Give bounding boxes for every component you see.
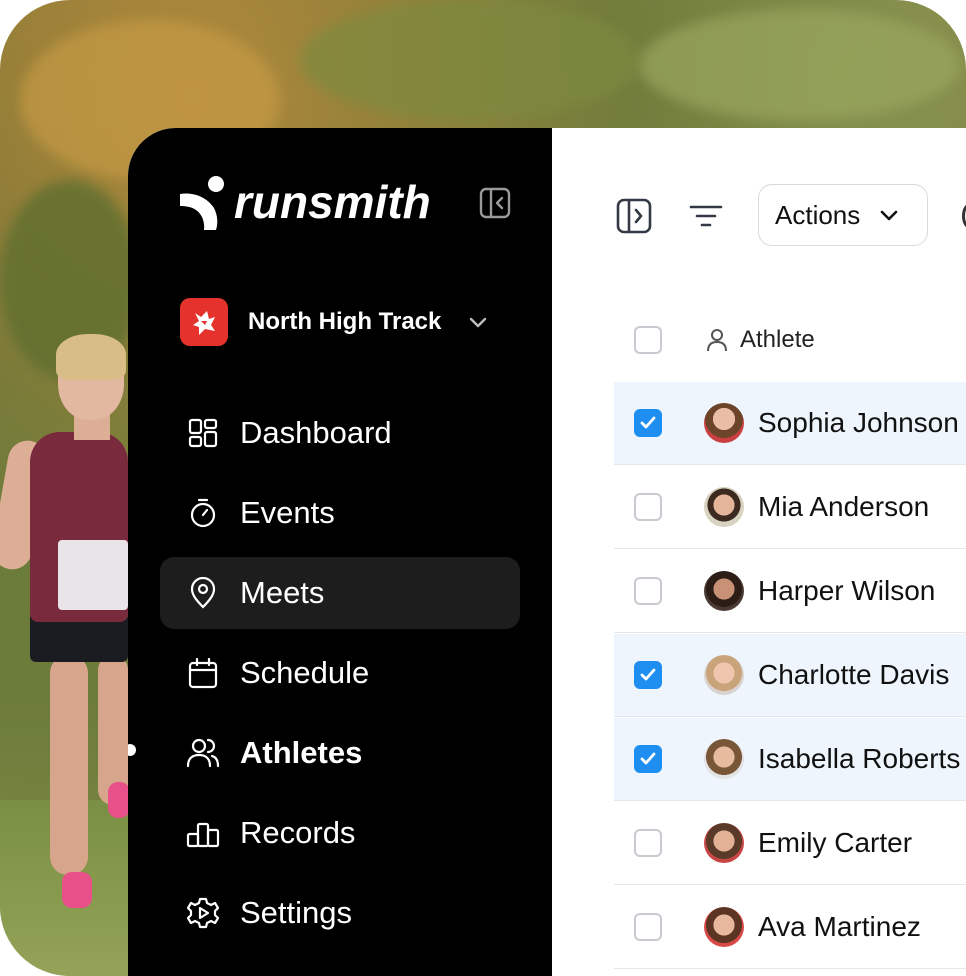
- gear-icon: [186, 896, 220, 930]
- brand[interactable]: runsmith: [178, 174, 431, 230]
- row-checkbox[interactable]: [634, 661, 662, 689]
- stopwatch-icon: [186, 496, 220, 530]
- filter-icon[interactable]: [688, 198, 724, 234]
- athlete-name: Harper Wilson: [758, 575, 936, 606]
- table-row[interactable]: Isabella Roberts: [614, 718, 966, 801]
- app-window: runsmith North High Track Dashboard Even…: [128, 128, 966, 976]
- sidebar-item-settings[interactable]: Settings: [160, 877, 520, 949]
- avatar: [704, 907, 744, 947]
- main-content: Actions Athlete Sophia Johnson Mia Ander…: [552, 128, 966, 976]
- chevron-down-icon: [470, 317, 487, 328]
- team-mascot-icon: [180, 298, 228, 346]
- avatar: [704, 739, 744, 779]
- search-icon[interactable]: [962, 204, 966, 228]
- sidebar-item-label: Settings: [240, 895, 353, 930]
- athlete-name: Isabella Roberts: [758, 743, 961, 774]
- row-checkbox[interactable]: [634, 577, 662, 605]
- sidebar-item-label: Schedule: [240, 655, 370, 690]
- sidebar-item-schedule[interactable]: Schedule: [160, 637, 520, 709]
- avatar: [704, 823, 744, 863]
- location-pin-icon: [186, 576, 220, 610]
- athlete-name: Emily Carter: [758, 827, 913, 858]
- sidebar-item-label: Athletes: [240, 735, 363, 770]
- table-row[interactable]: Charlotte Davis: [614, 634, 966, 717]
- athlete-name: Sophia Johnson: [758, 407, 959, 438]
- chevron-down-icon: [880, 210, 898, 221]
- athlete-name: Ava Martinez: [758, 911, 921, 942]
- row-checkbox[interactable]: [634, 493, 662, 521]
- athlete-name: Charlotte Davis: [758, 659, 950, 690]
- sidebar-item-label: Records: [240, 815, 356, 850]
- users-icon: [186, 736, 220, 770]
- grid-icon: [186, 416, 220, 450]
- podium-icon: [186, 816, 220, 850]
- athlete-column-header[interactable]: Athlete: [740, 326, 815, 354]
- sidebar-item-records[interactable]: Records: [160, 797, 520, 869]
- row-checkbox[interactable]: [634, 745, 662, 773]
- avatar: [704, 571, 744, 611]
- table-row[interactable]: Emily Carter: [614, 802, 966, 885]
- sidebar-item-label: Meets: [240, 575, 325, 610]
- table-row[interactable]: Ava Martinez: [614, 886, 966, 969]
- row-checkbox[interactable]: [634, 829, 662, 857]
- avatar: [704, 403, 744, 443]
- table-row[interactable]: Mia Anderson: [614, 466, 966, 549]
- team-switcher[interactable]: North High Track: [180, 298, 489, 346]
- avatar: [704, 487, 744, 527]
- sidebar-item-athletes[interactable]: Athletes: [160, 717, 520, 789]
- calendar-icon: [186, 656, 220, 690]
- sidebar-item-label: Dashboard: [240, 415, 392, 450]
- current-page-indicator: [128, 744, 136, 756]
- sidebar-collapse-icon[interactable]: [478, 186, 512, 220]
- sidebar-item-dashboard[interactable]: Dashboard: [160, 397, 520, 469]
- sidebar: runsmith North High Track Dashboard Even…: [128, 128, 552, 976]
- sidebar-item-meets[interactable]: Meets: [160, 557, 520, 629]
- user-icon: [707, 329, 727, 352]
- team-name: North High Track: [248, 308, 442, 335]
- runsmith-logo-icon: [180, 176, 224, 230]
- sidebar-item-events[interactable]: Events: [160, 477, 520, 549]
- athlete-name: Mia Anderson: [758, 491, 930, 522]
- sidebar-expand-icon[interactable]: [616, 198, 652, 234]
- table-row[interactable]: Harper Wilson: [614, 550, 966, 633]
- select-all-checkbox[interactable]: [634, 326, 662, 354]
- actions-label: Actions: [775, 199, 861, 230]
- table-row[interactable]: Sophia Johnson: [614, 382, 966, 465]
- row-checkbox[interactable]: [634, 913, 662, 941]
- sidebar-item-label: Events: [240, 495, 335, 530]
- avatar: [704, 655, 744, 695]
- row-checkbox[interactable]: [634, 409, 662, 437]
- table-header-row: Athlete: [614, 298, 966, 383]
- actions-dropdown-button[interactable]: Actions: [758, 184, 928, 246]
- brand-name: runsmith: [234, 176, 431, 228]
